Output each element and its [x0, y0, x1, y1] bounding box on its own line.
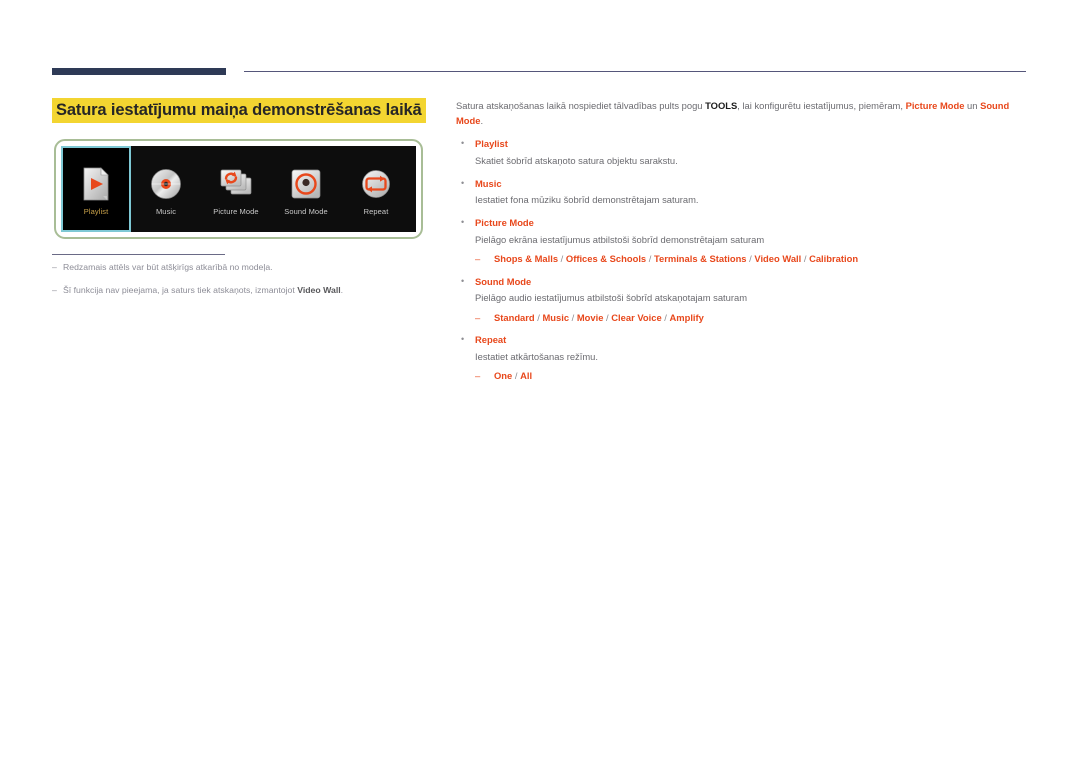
option-separator: / [558, 253, 566, 265]
bullet-playlist: • Playlist Skatiet šobrīd atskaņoto satu… [456, 135, 1028, 168]
option-separator: / [801, 253, 810, 265]
bullet-title: Sound Mode [475, 275, 532, 287]
bullet-description: Pielāgo ekrāna iestatījumus atbilstoši š… [475, 233, 765, 245]
option-separator: / [569, 311, 577, 323]
bullet-heading-row: • Repeat [456, 331, 1028, 349]
repeat-loop-icon [360, 163, 392, 205]
option-value: Amplify [669, 311, 704, 323]
bullet-description: Iestatiet atkārtošanas režīmu. [475, 350, 598, 362]
bullet-heading-row: • Sound Mode [456, 273, 1028, 291]
option-value: One [494, 370, 513, 382]
footnote-item: ‒ Redzamais attēls var būt atšķirīgs atk… [52, 262, 452, 274]
option-row: ‒ Standard / Music / Movie / Clear Voice… [456, 310, 1028, 325]
header-rule-thin [244, 71, 1026, 72]
tile-playlist[interactable]: Playlist [61, 146, 131, 232]
bullet-description: Pielāgo audio iestatījumus atbilstoši šo… [475, 292, 748, 304]
header-rule-thick [52, 68, 226, 75]
playlist-document-play-icon [81, 163, 111, 205]
footnote-list: ‒ Redzamais attēls var būt atšķirīgs atk… [52, 262, 452, 307]
bullet-repeat: • Repeat Iestatiet atkārtošanas režīmu. … [456, 331, 1028, 383]
tile-music[interactable]: Music [131, 146, 201, 232]
device-ui-panel: Playlist Music Picture Mode Sound Mode R… [54, 139, 423, 239]
option-dash: ‒ [475, 311, 481, 323]
music-disc-icon [150, 163, 182, 205]
footnote-emphasis: Video Wall [297, 284, 341, 295]
option-list: One / All [494, 368, 532, 383]
bullet-sound-mode: • Sound Mode Pielāgo audio iestatījumus … [456, 273, 1028, 325]
bullet-marker: • [461, 138, 465, 149]
tools-button-name: TOOLS [705, 100, 738, 111]
page-title: Satura iestatījumu maiņa demonstrēšanas … [52, 98, 426, 124]
bullet-music: • Music Iestatiet fona mūziku šobrīd dem… [456, 175, 1028, 208]
bullet-description: Skatiet šobrīd atskaņoto satura objektu … [475, 155, 678, 167]
tile-sound-mode[interactable]: Sound Mode [271, 146, 341, 232]
option-dash: ‒ [475, 253, 481, 265]
footnote-text: Šī funkcija nav pieejama, ja saturs tiek… [63, 284, 344, 295]
option-value: Video Wall [754, 253, 802, 265]
picture-mode-ref: Picture Mode [905, 100, 965, 111]
bullet-picture-mode: • Picture Mode Pielāgo ekrāna iestatījum… [456, 214, 1028, 266]
tile-label: Repeat [363, 206, 389, 216]
bullet-title: Music [475, 177, 502, 189]
bullet-title: Picture Mode [475, 217, 534, 229]
option-value: Terminals & Stations [653, 253, 747, 265]
bullet-heading-row: • Playlist [456, 135, 1028, 153]
tile-label: Sound Mode [284, 206, 328, 216]
option-row: ‒ Shops & Malls / Offices & Schools / Te… [456, 251, 1028, 266]
bullet-marker: • [461, 177, 465, 188]
option-value: Movie [576, 311, 604, 323]
option-row: ‒ One / All [456, 368, 1028, 383]
bullet-heading-row: • Music [456, 175, 1028, 193]
option-separator: / [512, 370, 521, 382]
tile-label: Music [155, 206, 177, 216]
footnote-dash: ‒ [52, 262, 57, 272]
bullet-marker: • [461, 275, 465, 286]
tile-picture-mode[interactable]: Picture Mode [201, 146, 271, 232]
footnote-item: ‒ Šī funkcija nav pieejama, ja saturs ti… [52, 285, 452, 297]
sound-mode-speaker-ring-icon [290, 163, 322, 205]
tile-label: Playlist [83, 206, 109, 216]
tile-label: Picture Mode [213, 206, 259, 216]
tile-repeat[interactable]: Repeat [341, 146, 411, 232]
bullet-heading-row: • Picture Mode [456, 214, 1028, 232]
footnote-dash: ‒ [52, 284, 57, 295]
option-list: Standard / Music / Movie / Clear Voice /… [494, 310, 704, 325]
footnote-divider [52, 254, 225, 255]
content-column: Satura atskaņošanas laikā nospiediet tāl… [456, 99, 1028, 389]
option-value: Calibration [809, 253, 859, 265]
bullet-title: Playlist [475, 138, 508, 150]
bullet-description: Iestatiet fona mūziku šobrīd demonstrēta… [475, 194, 699, 206]
bullet-title: Repeat [475, 334, 507, 345]
footnote-text: Redzamais attēls var būt atšķirīgs atkar… [63, 262, 273, 272]
device-ui-toolbar: Playlist Music Picture Mode Sound Mode R… [61, 146, 416, 232]
option-value: Standard [494, 311, 535, 323]
intro-paragraph: Satura atskaņošanas laikā nospiediet tāl… [456, 100, 1010, 126]
option-value: Offices & Schools [565, 253, 647, 265]
option-value: Shops & Malls [494, 253, 559, 265]
bullet-marker: • [461, 334, 465, 344]
option-dash: ‒ [475, 370, 481, 382]
option-list: Shops & Malls / Offices & Schools / Term… [494, 251, 858, 266]
option-value: All [520, 370, 533, 382]
bullet-marker: • [461, 217, 465, 228]
option-value: Clear Voice [611, 311, 662, 323]
option-separator: / [646, 253, 654, 265]
option-value: Music [542, 311, 570, 323]
picture-mode-images-refresh-icon [218, 163, 254, 205]
